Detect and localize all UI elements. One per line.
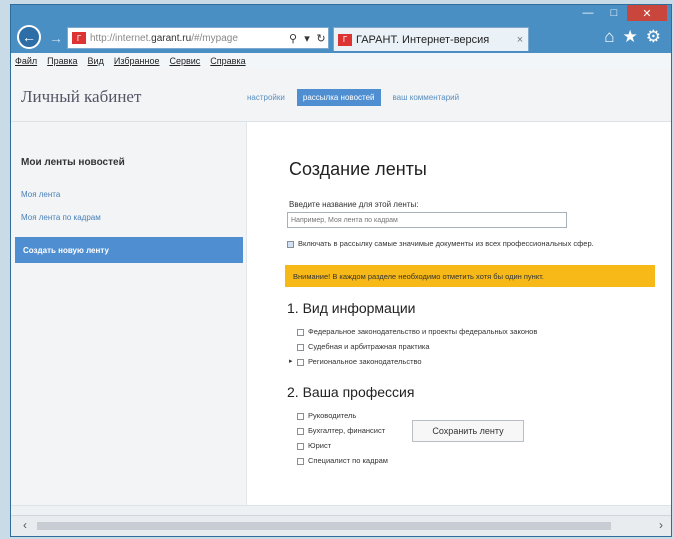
option-label: Федеральное законодательство и проекты ф…: [308, 327, 538, 336]
window-controls: — □ ✕: [575, 5, 667, 21]
checkbox[interactable]: [297, 457, 304, 465]
sidebar-heading: Мои ленты новостей: [21, 157, 125, 168]
page-content: Личный кабинет настройки рассылка новост…: [11, 69, 671, 536]
minimize-icon[interactable]: —: [575, 5, 601, 21]
favorites-star-icon[interactable]: ★: [623, 27, 638, 47]
sidebar: Мои ленты новостей Моя лента Моя лента п…: [11, 122, 247, 506]
menu-view[interactable]: Вид: [88, 56, 104, 66]
main-form: Создание ленты Введите название для этой…: [247, 122, 671, 506]
expand-arrow-icon[interactable]: ▸: [289, 357, 293, 365]
scroll-right-icon[interactable]: ›: [659, 518, 663, 532]
sidebar-item-my-feed[interactable]: Моя лента: [21, 190, 60, 199]
checkbox[interactable]: [297, 343, 304, 351]
search-icon[interactable]: ⚲: [286, 32, 300, 45]
page-title: Создание ленты: [289, 159, 427, 179]
sidebar-item-hr-feed[interactable]: Моя лента по кадрам: [21, 213, 101, 222]
url-text: http://internet.garant.ru/#/mypage: [90, 32, 238, 44]
checkbox[interactable]: [297, 427, 304, 435]
site-title: Личный кабинет: [21, 87, 142, 106]
include-significant-label: Включать в рассылку самые значимые докум…: [298, 239, 594, 248]
option-label: Бухгалтер, финансист: [308, 426, 386, 435]
include-significant-row[interactable]: Включать в рассылку самые значимые докум…: [287, 239, 647, 249]
nav-settings[interactable]: настройки: [243, 90, 289, 105]
tab-title: ГАРАНТ. Интернет-версия: [356, 33, 490, 46]
browser-tab[interactable]: Г ГАРАНТ. Интернет-версия ×: [333, 27, 529, 51]
site-favicon: Г: [72, 32, 86, 44]
nav-comment[interactable]: ваш комментарий: [389, 90, 464, 105]
save-feed-button[interactable]: Сохранить ленту: [412, 420, 524, 442]
option-court-practice[interactable]: Судебная и арбитражная практика: [297, 342, 430, 351]
feed-name-input[interactable]: [287, 212, 567, 228]
include-significant-checkbox[interactable]: [287, 240, 294, 248]
warning-banner: Внимание! В каждом разделе необходимо от…: [285, 265, 655, 287]
browser-window: — □ ✕ ← → Г http://internet.garant.ru/#/…: [10, 4, 672, 537]
option-accountant[interactable]: Бухгалтер, финансист: [297, 426, 385, 435]
option-label: Судебная и арбитражная практика: [308, 342, 430, 351]
menu-tools[interactable]: Сервис: [169, 56, 200, 66]
feed-name-label: Введите название для этой ленты:: [289, 200, 419, 209]
option-hr-specialist[interactable]: Специалист по кадрам: [297, 456, 388, 465]
refresh-icon[interactable]: ↻: [314, 32, 328, 45]
option-regional-law[interactable]: Региональное законодательство: [297, 357, 422, 366]
site-header: Личный кабинет настройки рассылка новост…: [11, 69, 671, 122]
horizontal-scrollbar[interactable]: ‹ ›: [11, 515, 671, 536]
option-label: Специалист по кадрам: [308, 456, 388, 465]
sidebar-item-create-feed[interactable]: Создать новую ленту: [15, 237, 243, 263]
option-federal-law[interactable]: Федеральное законодательство и проекты ф…: [297, 327, 537, 336]
address-bar[interactable]: Г http://internet.garant.ru/#/mypage ⚲ ▾…: [67, 27, 329, 49]
menu-favorites[interactable]: Избранное: [114, 56, 160, 66]
option-label: Руководитель: [308, 411, 357, 420]
nav-newsletter[interactable]: рассылка новостей: [296, 89, 381, 106]
scroll-left-icon[interactable]: ‹: [23, 518, 27, 532]
option-label: Юрист: [308, 441, 332, 450]
option-label: Региональное законодательство: [308, 357, 422, 366]
option-lawyer[interactable]: Юрист: [297, 441, 331, 450]
tab-close-icon[interactable]: ×: [512, 34, 528, 46]
section-info-type-title: 1. Вид информации: [287, 300, 416, 316]
menu-bar: Файл Правка Вид Избранное Сервис Справка: [11, 53, 671, 69]
back-button[interactable]: ←: [17, 25, 41, 49]
top-nav: настройки рассылка новостей ваш коммента…: [243, 89, 463, 106]
menu-help[interactable]: Справка: [210, 56, 245, 66]
menu-edit[interactable]: Правка: [47, 56, 77, 66]
scrollbar-thumb[interactable]: [37, 522, 611, 530]
checkbox[interactable]: [297, 358, 304, 366]
forward-button[interactable]: →: [45, 27, 67, 49]
maximize-icon[interactable]: □: [601, 5, 627, 21]
section-profession-title: 2. Ваша профессия: [287, 384, 415, 400]
checkbox[interactable]: [297, 328, 304, 336]
checkbox[interactable]: [297, 442, 304, 450]
toolbar-icons: ⌂ ★ ⚙: [604, 27, 661, 47]
tab-favicon: Г: [338, 33, 352, 46]
checkbox[interactable]: [297, 412, 304, 420]
dropdown-icon[interactable]: ▾: [300, 32, 314, 45]
title-bar: — □ ✕ ← → Г http://internet.garant.ru/#/…: [11, 5, 671, 53]
close-icon[interactable]: ✕: [627, 5, 667, 21]
settings-gear-icon[interactable]: ⚙: [646, 27, 661, 47]
option-manager[interactable]: Руководитель: [297, 411, 356, 420]
home-icon[interactable]: ⌂: [604, 27, 614, 47]
menu-file[interactable]: Файл: [15, 56, 37, 66]
